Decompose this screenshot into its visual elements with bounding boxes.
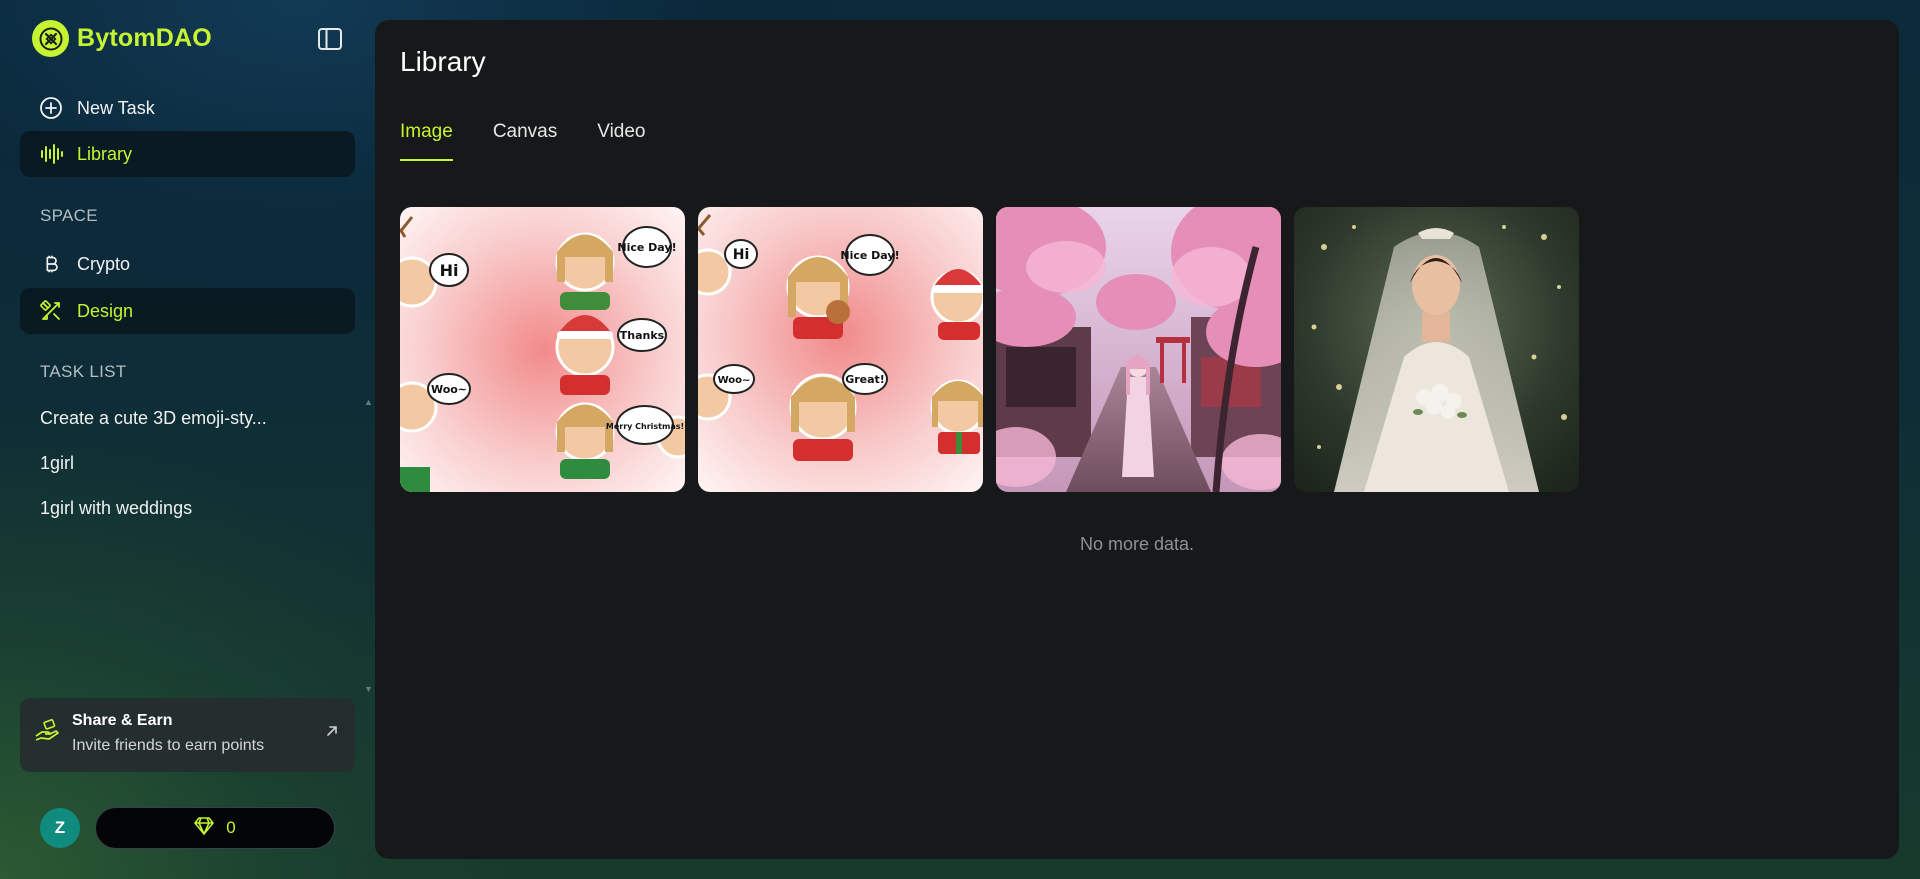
gallery-image[interactable]: Hi Nice Day! Woo~ Great! xyxy=(698,207,983,492)
no-more-data-text: No more data. xyxy=(1079,534,1195,554)
crypto-label: Crypto xyxy=(77,253,131,274)
sidebar-item-library[interactable]: Library xyxy=(20,131,355,177)
task-item[interactable]: 1girl with weddings xyxy=(40,498,192,519)
bitcoin-icon xyxy=(39,252,63,276)
library-panel: Library Image Canvas Video Hi Nice Day! … xyxy=(375,20,1899,859)
task-item[interactable]: 1girl xyxy=(40,453,74,474)
diamond-icon xyxy=(194,816,215,840)
share-title: Share & Earn xyxy=(72,712,173,729)
plus-circle-icon xyxy=(39,96,63,120)
sidebar-item-design[interactable]: Design xyxy=(20,288,355,334)
gallery-image[interactable]: Hi Nice Day! Thanks Woo~ Merry Christmas… xyxy=(400,207,685,492)
gallery-image[interactable] xyxy=(996,207,1281,492)
sidebar: BytomDAO New Task Library SPACE Crypto D… xyxy=(0,0,373,879)
task-item[interactable]: Create a cute 3D emoji-sty... xyxy=(40,408,267,429)
sticker-text: Merry Christmas! xyxy=(606,422,684,431)
sticker-text: Great! xyxy=(845,373,885,386)
tab-image[interactable]: Image xyxy=(400,121,453,161)
scroll-up-icon[interactable]: ▲ xyxy=(364,397,373,407)
page-title: Library xyxy=(400,46,486,77)
new-task-button[interactable]: New Task xyxy=(20,85,355,131)
gift-hand-icon xyxy=(34,718,60,749)
sticker-text: Thanks xyxy=(620,329,665,342)
new-task-label: New Task xyxy=(77,97,155,118)
points-value: 0 xyxy=(226,818,236,837)
task-list-section-label: TASK LIST xyxy=(40,362,127,381)
user-avatar[interactable]: Z xyxy=(40,808,80,848)
soundwave-icon xyxy=(39,142,63,166)
library-tabs: Image Canvas Video xyxy=(400,121,646,161)
share-earn-card[interactable]: Share & Earn Invite friends to earn poin… xyxy=(20,698,355,772)
design-tools-icon xyxy=(39,299,63,323)
share-subtitle: Invite friends to earn points xyxy=(72,737,265,754)
sticker-text: Hi xyxy=(440,261,459,280)
tab-video[interactable]: Video xyxy=(597,121,645,161)
library-label: Library xyxy=(77,143,133,164)
points-balance[interactable]: 0 xyxy=(95,807,335,849)
arrow-up-right-icon xyxy=(325,724,339,743)
brand-name: BytomDAO xyxy=(77,24,212,52)
sticker-text: Nice Day! xyxy=(840,249,899,262)
tab-canvas[interactable]: Canvas xyxy=(493,121,557,161)
space-section-label: SPACE xyxy=(40,206,98,225)
scroll-down-icon[interactable]: ▼ xyxy=(364,684,373,694)
sidebar-toggle-icon[interactable] xyxy=(317,26,343,52)
bytomdao-logo-icon xyxy=(32,20,69,57)
brand[interactable]: BytomDAO xyxy=(32,20,212,57)
design-label: Design xyxy=(77,300,134,321)
gallery-image[interactable] xyxy=(1294,207,1579,492)
sticker-text: Nice Day! xyxy=(617,241,676,254)
sticker-text: Hi xyxy=(733,247,750,263)
sidebar-item-crypto[interactable]: Crypto xyxy=(20,241,355,287)
image-gallery: Hi Nice Day! Thanks Woo~ Merry Christmas… xyxy=(400,207,1579,492)
sticker-text: Woo~ xyxy=(431,383,467,396)
sticker-text: Woo~ xyxy=(718,375,751,386)
